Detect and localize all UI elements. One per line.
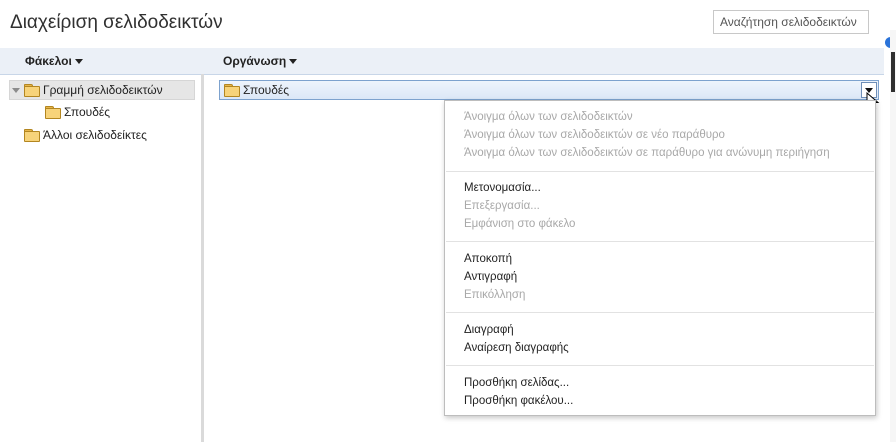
menu-item-open-all-incognito[interactable]: Άνοιγμα όλων των σελιδοδεικτών σε παράθυ… — [464, 147, 830, 159]
column-header-bar: Φάκελοι Οργάνωση — [0, 48, 884, 75]
folders-menu-button[interactable]: Φάκελοι — [25, 54, 83, 68]
search-input[interactable] — [713, 10, 869, 34]
list-item[interactable]: Σπουδές — [219, 80, 879, 100]
context-menu: Άνοιγμα όλων των σελιδοδεικτών Άνοιγμα ό… — [444, 100, 876, 416]
list-item-label: Σπουδές — [243, 83, 290, 97]
app-header: Διαχείριση σελιδοδεικτών — [0, 0, 896, 48]
menu-item-edit[interactable]: Επεξεργασία... — [464, 200, 540, 212]
folder-icon — [224, 84, 240, 97]
menu-item-open-all-new-window[interactable]: Άνοιγμα όλων των σελιδοδεικτών σε νέο πα… — [464, 129, 725, 141]
menu-separator — [446, 171, 874, 172]
folder-tree: Γραμμή σελιδοδεικτών Σπουδές Άλλοι σελιδ… — [0, 75, 201, 442]
tree-item-label: Γραμμή σελιδοδεικτών — [43, 83, 163, 97]
menu-item-add-folder[interactable]: Προσθήκη φακέλου... — [464, 395, 573, 407]
menu-separator — [446, 312, 874, 313]
tree-item-label: Άλλοι σελιδοδείκτες — [43, 128, 147, 142]
menu-item-paste[interactable]: Επικόλληση — [464, 289, 525, 301]
organize-menu-button[interactable]: Οργάνωση — [223, 54, 298, 68]
tree-item-other-bookmarks[interactable]: Άλλοι σελιδοδείκτες — [24, 125, 147, 145]
tree-item-label: Σπουδές — [64, 105, 111, 119]
page-title: Διαχείριση σελιδοδεικτών — [10, 12, 223, 33]
folder-icon — [24, 129, 40, 142]
menu-item-undo-delete[interactable]: Αναίρεση διαγραφής — [464, 342, 569, 354]
tree-item-child-folder[interactable]: Σπουδές — [45, 102, 110, 122]
scrollbar-thumb[interactable] — [891, 52, 895, 92]
menu-item-rename[interactable]: Μετονομασία... — [464, 182, 541, 194]
folder-icon — [45, 106, 61, 119]
menu-item-cut[interactable]: Αποκοπή — [464, 253, 512, 265]
caret-down-icon — [74, 58, 83, 64]
folders-label: Φάκελοι — [25, 54, 72, 68]
menu-item-show-in-folder[interactable]: Εμφάνιση στο φάκελο — [464, 218, 575, 230]
menu-separator — [446, 241, 874, 242]
menu-item-open-all[interactable]: Άνοιγμα όλων των σελιδοδεικτών — [464, 111, 633, 123]
tree-item-bookmarks-bar[interactable]: Γραμμή σελιδοδεικτών — [9, 80, 195, 100]
tree-expander-icon[interactable] — [12, 87, 20, 93]
menu-item-delete[interactable]: Διαγραφή — [464, 324, 514, 336]
menu-separator — [446, 365, 874, 366]
caret-down-icon — [289, 58, 298, 64]
menu-item-add-page[interactable]: Προσθήκη σελίδας... — [464, 377, 569, 389]
organize-label: Οργάνωση — [223, 54, 287, 68]
menu-item-copy[interactable]: Αντιγραφή — [464, 271, 517, 283]
window-edge-scrollbar[interactable] — [890, 30, 896, 442]
folder-icon — [24, 84, 40, 97]
